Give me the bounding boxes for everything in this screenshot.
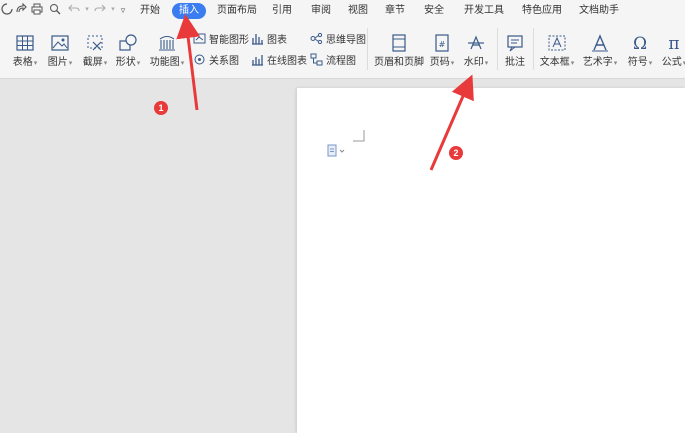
table-icon — [16, 35, 34, 51]
pi-formula-icon: π — [668, 34, 679, 54]
relation-chart-button[interactable]: 关系图 — [193, 53, 239, 69]
tab-home[interactable]: 开始 — [136, 3, 164, 19]
page-number-button[interactable]: # 页码▾ — [427, 32, 457, 70]
page-number-label: 页码 — [429, 57, 450, 68]
header-footer-button[interactable]: 页眉和页脚 — [373, 32, 425, 69]
tab-special-features[interactable]: 特色应用 — [518, 3, 566, 19]
comment-label: 批注 — [505, 57, 525, 68]
text-box-icon — [548, 35, 566, 51]
text-box-label: 文本框 — [539, 57, 570, 68]
undo-dropdown-icon[interactable]: ▾ — [80, 3, 94, 17]
formula-button[interactable]: π 公式▾ — [659, 32, 685, 70]
print-icon[interactable] — [30, 3, 44, 17]
function-chart-label: 功能图 — [149, 57, 180, 68]
symbol-label: 符号 — [627, 57, 648, 68]
menu-tab-bar: ▾ ▾ ▿ 开始 插入 页面布局 引用 审阅 视图 章节 安全 开发工具 特色应… — [0, 0, 685, 22]
online-chart-icon — [252, 55, 263, 66]
tab-review[interactable]: 审阅 — [307, 3, 335, 19]
relation-chart-icon — [194, 54, 205, 65]
page-number-icon: # — [435, 34, 449, 52]
tab-document-assistant[interactable]: 文档助手 — [575, 3, 623, 19]
redo-quick-icon[interactable] — [14, 2, 28, 17]
smart-art-icon — [193, 33, 206, 44]
redo-icon[interactable] — [93, 3, 107, 17]
tab-section[interactable]: 章节 — [381, 3, 409, 19]
word-art-icon — [592, 34, 608, 52]
ribbon-separator — [497, 28, 498, 70]
screenshot-label: 截屏 — [82, 57, 103, 68]
word-art-button[interactable]: 艺术字▾ — [581, 32, 619, 70]
table-label: 表格 — [12, 57, 33, 68]
svg-text:#: # — [439, 40, 446, 49]
smart-art-label: 智能图形 — [209, 35, 249, 46]
shapes-label: 形状 — [115, 57, 136, 68]
function-chart-button[interactable]: 功能图▾ — [148, 32, 186, 70]
omega-symbol-icon: Ω — [633, 34, 647, 54]
word-art-label: 艺术字 — [582, 57, 613, 68]
formula-label: 公式 — [661, 57, 682, 68]
customize-quick-access-icon[interactable]: ▿ — [116, 3, 130, 17]
shapes-button[interactable]: 形状▾ — [113, 32, 143, 70]
comment-icon — [507, 35, 523, 52]
relation-chart-label: 关系图 — [209, 56, 239, 67]
tab-developer-tools[interactable]: 开发工具 — [460, 3, 508, 19]
watermark-button[interactable]: 水印▾ — [461, 32, 491, 70]
picture-button[interactable]: 图片▾ — [45, 32, 75, 70]
flowchart-icon — [310, 53, 323, 66]
comment-button[interactable]: 批注 — [501, 32, 529, 69]
annotation-badge-2: 2 — [449, 146, 463, 160]
margin-corner-mark — [353, 130, 365, 142]
symbol-button[interactable]: Ω 符号▾ — [625, 32, 655, 70]
annotation-badge-1: 1 — [154, 101, 168, 115]
chart-label: 图表 — [267, 35, 287, 46]
smart-art-button[interactable]: 智能图形 — [193, 32, 249, 48]
paste-options-icon — [327, 144, 345, 157]
screenshot-icon — [87, 35, 103, 51]
save-icon[interactable] — [0, 3, 14, 17]
bar-chart-icon — [252, 34, 263, 45]
tab-view[interactable]: 视图 — [344, 3, 372, 19]
mind-map-label: 思维导图 — [326, 35, 366, 46]
svg-text:Ω: Ω — [633, 34, 647, 54]
mind-map-icon — [310, 32, 323, 45]
watermark-label: 水印 — [463, 57, 484, 68]
watermark-icon — [468, 35, 484, 50]
table-button[interactable]: 表格▾ — [10, 32, 40, 70]
screenshot-button[interactable]: 截屏▾ — [80, 32, 110, 70]
header-footer-label: 页眉和页脚 — [374, 57, 424, 68]
online-chart-label: 在线图表 — [267, 56, 307, 67]
tab-references[interactable]: 引用 — [268, 3, 296, 19]
insert-ribbon: 表格▾ 图片▾ 截屏▾ 形状▾ 功能图▾ 智能图形 图表 思维导图 关系图 在线… — [0, 22, 685, 79]
flowchart-button[interactable]: 流程图 — [310, 53, 356, 69]
shapes-icon — [119, 34, 137, 51]
print-preview-icon[interactable] — [48, 3, 62, 17]
mind-map-button[interactable]: 思维导图 — [310, 32, 366, 48]
tab-page-layout[interactable]: 页面布局 — [213, 3, 261, 19]
online-chart-button[interactable]: 在线图表 — [251, 53, 307, 69]
svg-text:π: π — [668, 34, 679, 54]
undo-icon[interactable] — [67, 3, 81, 17]
ribbon-separator — [367, 28, 368, 70]
chart-button[interactable]: 图表 — [251, 32, 287, 48]
header-footer-icon — [392, 34, 406, 52]
paste-options-button[interactable] — [327, 144, 347, 158]
flowchart-label: 流程图 — [326, 56, 356, 67]
picture-label: 图片 — [47, 57, 68, 68]
document-page[interactable] — [297, 88, 685, 433]
tab-insert[interactable]: 插入 — [172, 3, 206, 19]
text-box-button[interactable]: 文本框▾ — [537, 32, 577, 70]
picture-icon — [51, 35, 69, 51]
tab-security[interactable]: 安全 — [420, 3, 448, 19]
function-chart-icon — [159, 35, 175, 51]
ribbon-separator — [533, 28, 534, 70]
